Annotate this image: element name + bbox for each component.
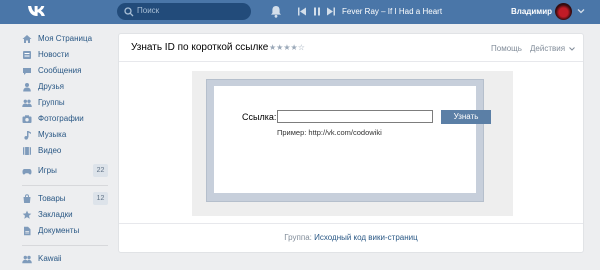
sidebar-item-label: Игры bbox=[38, 166, 57, 175]
bell-icon[interactable] bbox=[270, 5, 282, 18]
example-text: Пример: http://vk.com/codowiki bbox=[277, 128, 382, 137]
sidebar-item-label: Документы bbox=[38, 226, 80, 235]
now-playing-track[interactable]: Fever Ray – If I Had a Heart bbox=[342, 7, 442, 16]
games-count-badge: 22 bbox=[93, 164, 108, 177]
sidebar-item-my-page[interactable]: Моя Страница bbox=[20, 32, 112, 46]
sidebar-item-label: Новости bbox=[38, 50, 69, 59]
help-link[interactable]: Помощь bbox=[491, 44, 522, 53]
bookmarks-icon bbox=[22, 210, 32, 219]
sidebar-item-label: Сообщения bbox=[38, 66, 82, 75]
sidebar-item-label: Kawaii bbox=[38, 254, 62, 263]
photos-icon bbox=[22, 115, 32, 123]
app-header: Узнать ID по короткой ссылке ★★★★☆ Помощ… bbox=[119, 34, 583, 62]
app-footer: Группа: Исходный код вики-страниц bbox=[119, 223, 583, 253]
groups-icon bbox=[22, 99, 32, 107]
sidebar-divider bbox=[22, 185, 108, 186]
sidebar-item-label: Видео bbox=[38, 146, 62, 155]
sidebar-item-friends[interactable]: Друзья bbox=[20, 80, 112, 94]
sidebar-divider bbox=[22, 245, 108, 246]
sidebar-item-games[interactable]: Игры 22 bbox=[20, 164, 112, 178]
news-icon bbox=[23, 51, 31, 59]
app-card: Узнать ID по короткой ссылке ★★★★☆ Помощ… bbox=[118, 33, 584, 253]
app-rating-stars[interactable]: ★★★★☆ bbox=[269, 43, 305, 52]
messages-icon bbox=[23, 68, 31, 75]
sidebar-item-label: Фотографии bbox=[38, 114, 84, 123]
footer-text: Группа: Исходный код вики-страниц bbox=[119, 233, 583, 242]
sidebar-item-label: Товары bbox=[38, 194, 66, 203]
chevron-down-icon[interactable] bbox=[569, 47, 575, 51]
sidebar-item-groups[interactable]: Группы bbox=[20, 96, 112, 110]
friends-icon bbox=[23, 83, 31, 92]
sidebar-item-kawaii[interactable]: Kawaii bbox=[20, 252, 112, 266]
sidebar-item-video[interactable]: Видео bbox=[20, 144, 112, 158]
chevron-down-icon[interactable] bbox=[577, 8, 585, 14]
app-frame-border: Ссылка: Узнать Пример: http://vk.com/cod… bbox=[206, 79, 491, 202]
sidebar-item-messages[interactable]: Сообщения bbox=[20, 64, 112, 78]
sidebar-item-label: Моя Страница bbox=[38, 34, 93, 43]
sidebar-item-music[interactable]: Музыка bbox=[20, 128, 112, 142]
sidebar-item-news[interactable]: Новости bbox=[20, 48, 112, 62]
goods-icon bbox=[23, 194, 31, 203]
next-track-icon[interactable] bbox=[325, 6, 337, 17]
music-icon bbox=[24, 131, 31, 140]
sidebar-item-label: Закладки bbox=[38, 210, 73, 219]
user-name[interactable]: Владимир bbox=[511, 7, 552, 16]
documents-icon bbox=[24, 226, 31, 236]
sidebar-item-label: Музыка bbox=[38, 130, 67, 139]
kawaii-icon bbox=[22, 255, 32, 264]
sidebar-item-documents[interactable]: Документы bbox=[20, 224, 112, 238]
sidebar-item-photos[interactable]: Фотографии bbox=[20, 112, 112, 126]
search-input[interactable]: Поиск bbox=[137, 6, 159, 15]
footer-group-label: Группа: bbox=[284, 233, 312, 242]
sidebar-item-label: Группы bbox=[38, 98, 65, 107]
find-id-button[interactable]: Узнать bbox=[441, 110, 491, 124]
previous-track-icon[interactable] bbox=[296, 6, 308, 17]
search-icon bbox=[124, 7, 134, 17]
avatar[interactable] bbox=[555, 3, 572, 20]
short-link-input[interactable] bbox=[277, 110, 433, 123]
sidebar-item-label: Друзья bbox=[38, 82, 64, 91]
sidebar-item-bookmarks[interactable]: Закладки bbox=[20, 208, 112, 222]
top-header: Поиск Fever Ray – If I Had a Heart Влади… bbox=[0, 0, 600, 24]
app-content: Ссылка: Узнать Пример: http://vk.com/cod… bbox=[214, 86, 491, 193]
actions-menu[interactable]: Действия bbox=[530, 44, 565, 53]
games-icon bbox=[22, 169, 32, 175]
home-icon bbox=[22, 35, 32, 43]
goods-count-badge: 12 bbox=[93, 192, 108, 205]
search-box[interactable]: Поиск bbox=[117, 3, 251, 20]
vk-logo-icon[interactable] bbox=[27, 4, 47, 18]
link-label: Ссылка: bbox=[242, 112, 277, 122]
footer-group-link[interactable]: Исходный код вики-страниц bbox=[314, 233, 418, 242]
app-title: Узнать ID по короткой ссылке bbox=[131, 42, 269, 53]
video-icon bbox=[23, 147, 31, 155]
pause-icon[interactable] bbox=[311, 6, 323, 17]
sidebar-item-goods[interactable]: Товары 12 bbox=[20, 192, 112, 206]
app-iframe-area: Ссылка: Узнать Пример: http://vk.com/cod… bbox=[192, 71, 513, 216]
